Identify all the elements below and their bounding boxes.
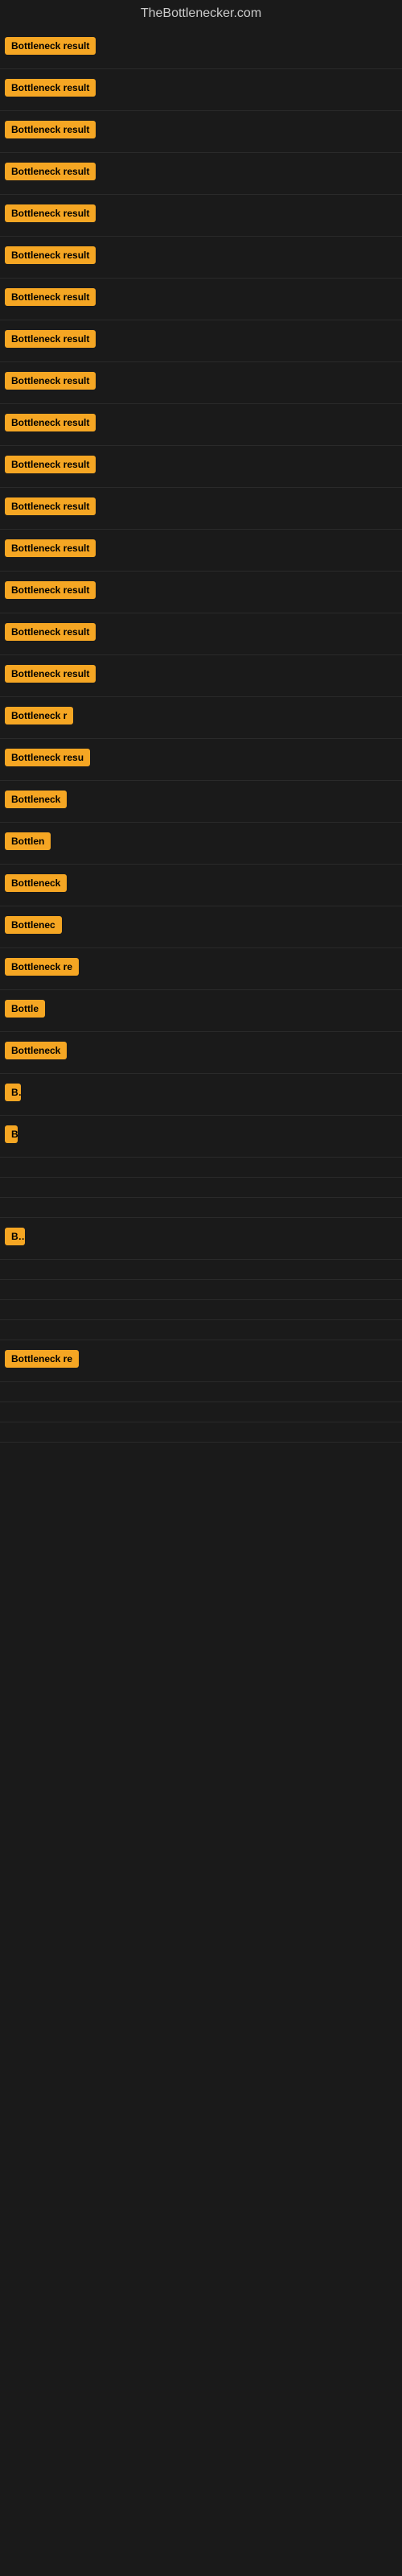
- result-row: Bottleneck result: [0, 279, 402, 320]
- bottleneck-badge[interactable]: Bottle: [5, 1000, 45, 1018]
- bottleneck-badge[interactable]: Bottleneck r: [5, 707, 73, 724]
- result-row: Bottleneck result: [0, 320, 402, 362]
- result-row: Bottleneck result: [0, 69, 402, 111]
- bottleneck-badge[interactable]: Bottlen: [5, 832, 51, 850]
- bottleneck-badge[interactable]: Bottleneck: [5, 874, 67, 892]
- result-row: Bottleneck result: [0, 404, 402, 446]
- bottleneck-badge[interactable]: Bottleneck resu: [5, 749, 90, 766]
- bottleneck-badge[interactable]: Bottleneck re: [5, 958, 79, 976]
- site-title: TheBottlenecker.com: [0, 0, 402, 27]
- result-row: [0, 1280, 402, 1300]
- result-row: B: [0, 1074, 402, 1116]
- result-row: Bottleneck resu: [0, 739, 402, 781]
- result-row: Bo: [0, 1218, 402, 1260]
- result-row: Bottlen: [0, 823, 402, 865]
- bottleneck-badge[interactable]: Bottleneck result: [5, 414, 96, 431]
- result-row: Bottleneck result: [0, 27, 402, 69]
- result-row: Bottleneck result: [0, 362, 402, 404]
- result-row: Bottleneck result: [0, 237, 402, 279]
- result-row: [0, 1402, 402, 1422]
- result-row: Bottleneck: [0, 781, 402, 823]
- result-row: Bottleneck re: [0, 948, 402, 990]
- result-row: Bottleneck result: [0, 488, 402, 530]
- result-row: Bottleneck result: [0, 153, 402, 195]
- result-row: [0, 1300, 402, 1320]
- result-row: Bottleneck result: [0, 195, 402, 237]
- result-row: B: [0, 1116, 402, 1158]
- bottleneck-badge[interactable]: Bottleneck result: [5, 288, 96, 306]
- result-row: Bottle: [0, 990, 402, 1032]
- bottleneck-badge[interactable]: Bottleneck: [5, 791, 67, 808]
- result-row: [0, 1198, 402, 1218]
- result-row: [0, 1158, 402, 1178]
- result-row: [0, 1320, 402, 1340]
- bottleneck-badge[interactable]: Bottleneck result: [5, 246, 96, 264]
- bottleneck-badge[interactable]: Bottleneck result: [5, 330, 96, 348]
- result-row: Bottleneck: [0, 865, 402, 906]
- bottleneck-badge[interactable]: Bo: [5, 1228, 25, 1245]
- bottleneck-badge[interactable]: Bottleneck result: [5, 539, 96, 557]
- bottleneck-badge[interactable]: Bottleneck result: [5, 665, 96, 683]
- result-row: Bottlenec: [0, 906, 402, 948]
- result-row: Bottleneck result: [0, 572, 402, 613]
- result-row: Bottleneck re: [0, 1340, 402, 1382]
- result-row: Bottleneck result: [0, 446, 402, 488]
- bottleneck-badge[interactable]: Bottleneck result: [5, 497, 96, 515]
- bottleneck-badge[interactable]: Bottleneck result: [5, 623, 96, 641]
- bottleneck-badge[interactable]: Bottleneck result: [5, 163, 96, 180]
- bottleneck-badge[interactable]: Bottleneck result: [5, 204, 96, 222]
- result-row: [0, 1422, 402, 1443]
- bottleneck-badge[interactable]: Bottlenec: [5, 916, 62, 934]
- bottleneck-badge[interactable]: Bottleneck result: [5, 121, 96, 138]
- result-row: Bottleneck result: [0, 613, 402, 655]
- bottleneck-badge[interactable]: Bottleneck result: [5, 372, 96, 390]
- result-row: [0, 1260, 402, 1280]
- bottleneck-badge[interactable]: Bottleneck result: [5, 581, 96, 599]
- result-row: [0, 1382, 402, 1402]
- result-row: [0, 1178, 402, 1198]
- bottleneck-badge[interactable]: Bottleneck re: [5, 1350, 79, 1368]
- bottleneck-badge[interactable]: B: [5, 1084, 21, 1101]
- result-row: Bottleneck result: [0, 530, 402, 572]
- bottleneck-badge[interactable]: B: [5, 1125, 18, 1143]
- result-row: Bottleneck result: [0, 111, 402, 153]
- bottleneck-badge[interactable]: Bottleneck result: [5, 37, 96, 55]
- result-row: Bottleneck r: [0, 697, 402, 739]
- bottleneck-badge[interactable]: Bottleneck result: [5, 456, 96, 473]
- result-row: Bottleneck result: [0, 655, 402, 697]
- bottleneck-badge[interactable]: Bottleneck: [5, 1042, 67, 1059]
- result-row: Bottleneck: [0, 1032, 402, 1074]
- bottleneck-badge[interactable]: Bottleneck result: [5, 79, 96, 97]
